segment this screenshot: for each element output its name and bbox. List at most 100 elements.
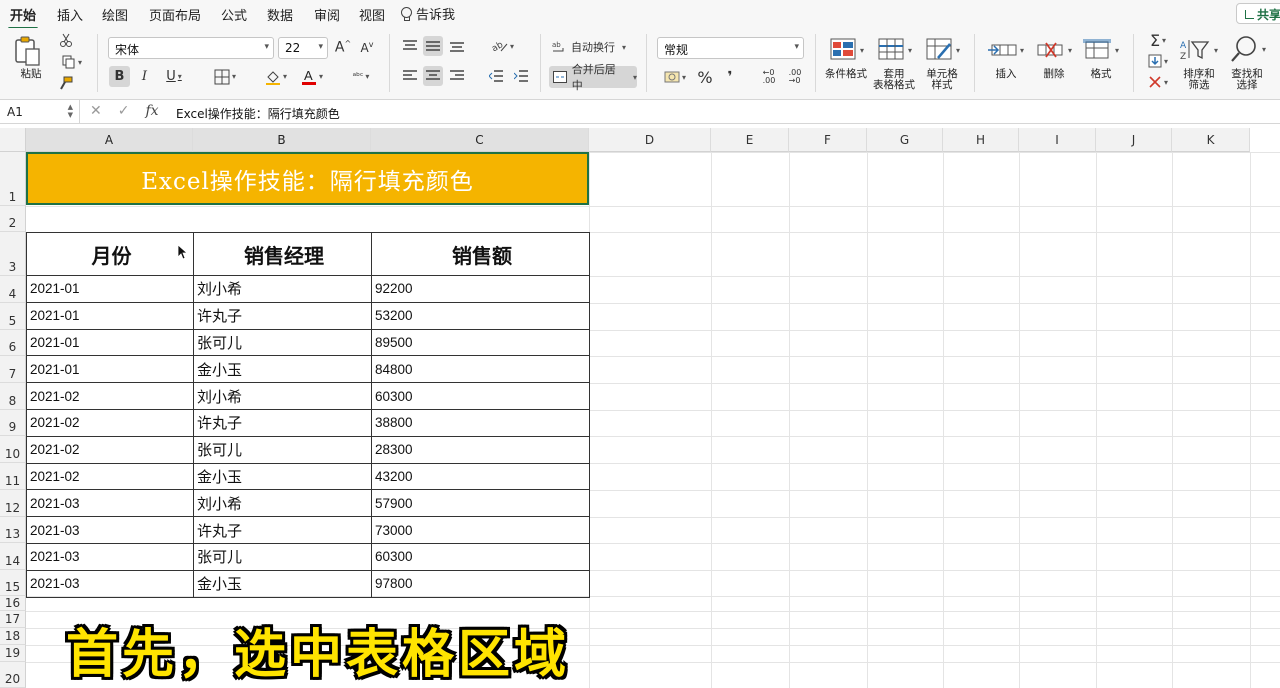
row-header-18[interactable]: 18 <box>0 628 26 645</box>
cell-sales-manager[interactable]: 金小玉 <box>193 569 372 598</box>
cell-sales-manager[interactable]: 许丸子 <box>193 516 372 544</box>
row-header-19[interactable]: 19 <box>0 645 26 662</box>
number-format-select[interactable]: 常规 ▾ <box>657 37 804 59</box>
cell-sales-amount[interactable]: 60300 <box>371 382 590 410</box>
delete-cells-button[interactable]: ▾ <box>1033 36 1075 64</box>
column-header-b[interactable]: B <box>193 128 371 152</box>
percent-button[interactable]: % <box>694 66 716 88</box>
column-header-d[interactable]: D <box>589 128 711 152</box>
check-icon[interactable]: ✓ <box>118 103 130 119</box>
column-header-e[interactable]: E <box>711 128 789 152</box>
align-left-button[interactable] <box>400 66 420 86</box>
paste-button[interactable] <box>12 34 44 68</box>
cell-month[interactable]: 2021-01 <box>26 355 194 384</box>
row-header-13[interactable]: 13 <box>0 517 26 543</box>
format-cells-button[interactable]: ▾ <box>1080 36 1122 64</box>
cell-sales-amount[interactable]: 28300 <box>371 435 590 464</box>
cell-month[interactable]: 2021-02 <box>26 462 194 491</box>
format-painter-button[interactable] <box>58 75 74 91</box>
italic-button[interactable]: I <box>134 66 155 87</box>
comma-style-button[interactable]: ❜ <box>720 66 740 88</box>
align-top-button[interactable] <box>400 36 420 56</box>
accounting-format-button[interactable]: ▾ <box>660 66 690 88</box>
cell-sales-amount[interactable]: 89500 <box>371 328 590 357</box>
row-header-6[interactable]: 6 <box>0 330 26 356</box>
cell-month[interactable]: 2021-01 <box>26 301 194 330</box>
orientation-button[interactable]: ab ▾ <box>486 36 520 56</box>
cell-month[interactable]: 2021-03 <box>26 569 194 598</box>
cell-sales-manager[interactable]: 许丸子 <box>193 408 372 437</box>
format-as-table-button[interactable]: ▾ <box>874 36 916 64</box>
cell-sales-amount[interactable]: 92200 <box>371 275 590 303</box>
merge-center-button[interactable]: 合并后居中 ▾ <box>549 63 637 92</box>
column-header-c[interactable]: C <box>371 128 589 152</box>
cell-sales-amount[interactable]: 60300 <box>371 542 590 571</box>
row-header-17[interactable]: 17 <box>0 611 26 628</box>
column-header-j[interactable]: J <box>1096 128 1172 152</box>
header-month[interactable]: 月份 <box>26 232 194 276</box>
cell-month[interactable]: 2021-03 <box>26 542 194 571</box>
cell-month[interactable]: 2021-03 <box>26 489 194 518</box>
cell-sales-manager[interactable]: 刘小希 <box>193 275 372 303</box>
cell-month[interactable]: 2021-02 <box>26 382 194 410</box>
tab-data[interactable]: 数据 <box>267 5 293 24</box>
name-box[interactable]: A1 ▲ ▼ <box>0 100 80 124</box>
cell-sales-manager[interactable]: 金小玉 <box>193 355 372 384</box>
cell-month[interactable]: 2021-01 <box>26 328 194 357</box>
align-center-button[interactable] <box>423 66 443 86</box>
cut-button[interactable] <box>58 32 74 48</box>
underline-button[interactable]: U ▾ <box>159 66 189 87</box>
cell-month[interactable]: 2021-03 <box>26 516 194 544</box>
tab-view[interactable]: 视图 <box>359 5 385 24</box>
cell-sales-amount[interactable]: 97800 <box>371 569 590 598</box>
tab-insert[interactable]: 插入 <box>57 5 83 24</box>
column-header-a[interactable]: A <box>26 128 193 152</box>
cell-sales-amount[interactable]: 43200 <box>371 462 590 491</box>
row-header-12[interactable]: 12 <box>0 490 26 517</box>
row-header-14[interactable]: 14 <box>0 543 26 570</box>
align-bottom-button[interactable] <box>447 36 467 56</box>
row-header-10[interactable]: 10 <box>0 436 26 463</box>
header-sales-manager[interactable]: 销售经理 <box>193 232 372 276</box>
title-cell[interactable]: Excel操作技能：隔行填充颜色 <box>26 152 589 205</box>
increase-font-button[interactable]: A^ <box>334 38 352 56</box>
tab-formulas[interactable]: 公式 <box>221 5 247 24</box>
row-header-7[interactable]: 7 <box>0 356 26 383</box>
row-header-9[interactable]: 9 <box>0 410 26 436</box>
increase-decimal-button[interactable]: ←0.00 <box>757 66 781 88</box>
row-header-3[interactable]: 3 <box>0 232 26 276</box>
column-header-i[interactable]: I <box>1019 128 1096 152</box>
tell-me-search[interactable]: 告诉我 <box>400 4 455 23</box>
row-header-11[interactable]: 11 <box>0 463 26 490</box>
formula-input[interactable]: Excel操作技能：隔行填充颜色 <box>176 105 340 122</box>
cell-month[interactable]: 2021-02 <box>26 408 194 437</box>
row-header-5[interactable]: 5 <box>0 303 26 330</box>
row-header-20[interactable]: 20 <box>0 662 26 688</box>
bold-button[interactable]: B <box>109 66 130 87</box>
decrease-decimal-button[interactable]: .00 →0 <box>783 66 807 88</box>
cell-sales-manager[interactable]: 金小玉 <box>193 462 372 491</box>
increase-indent-button[interactable] <box>511 66 531 86</box>
font-size-select[interactable]: 22 ▾ <box>278 37 328 59</box>
font-name-select[interactable]: 宋体 ▾ <box>108 37 274 59</box>
select-all-corner[interactable] <box>0 128 26 152</box>
cell-sales-manager[interactable]: 刘小希 <box>193 489 372 518</box>
header-sales-amount[interactable]: 销售额 <box>371 232 590 276</box>
borders-button[interactable]: ▾ <box>208 66 242 87</box>
row-header-8[interactable]: 8 <box>0 383 26 410</box>
column-header-f[interactable]: F <box>789 128 867 152</box>
cell-sales-amount[interactable]: 38800 <box>371 408 590 437</box>
tab-review[interactable]: 审阅 <box>314 5 340 24</box>
cell-sales-manager[interactable]: 刘小希 <box>193 382 372 410</box>
copy-button[interactable]: ▾ <box>58 54 86 70</box>
autosum-button[interactable]: Σ ▾ <box>1144 31 1172 50</box>
phonetic-button[interactable]: ᵃᵇᶜ ▾ <box>344 66 378 87</box>
wrap-text-button[interactable]: ab 自动换行 ▾ <box>552 37 632 57</box>
cell-sales-manager[interactable]: 张可儿 <box>193 435 372 464</box>
cell-sales-manager[interactable]: 张可儿 <box>193 542 372 571</box>
decrease-font-button[interactable]: Av <box>358 38 376 56</box>
cell-sales-amount[interactable]: 53200 <box>371 301 590 330</box>
decrease-indent-button[interactable] <box>486 66 506 86</box>
cell-month[interactable]: 2021-01 <box>26 275 194 303</box>
cell-sales-amount[interactable]: 84800 <box>371 355 590 384</box>
